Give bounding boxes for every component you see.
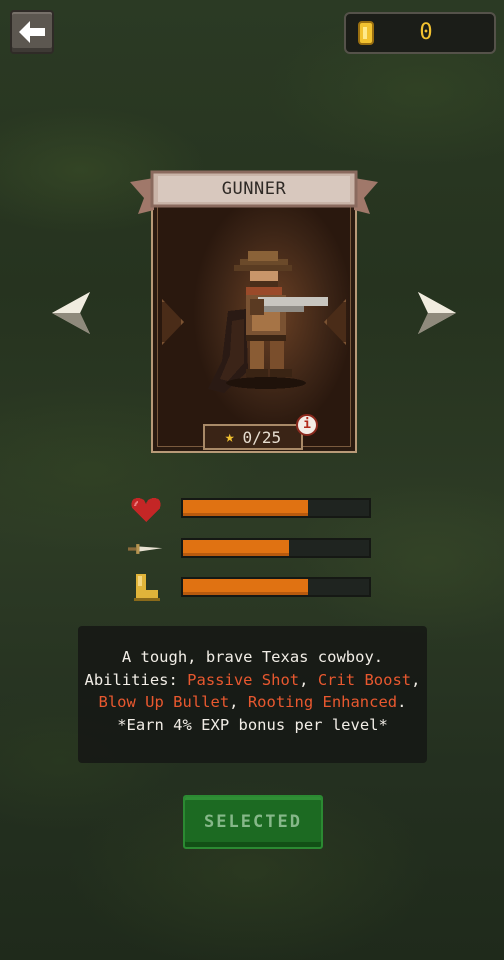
- abilities-line-2: Blow Up Bullet, Rooting Enhanced.: [78, 691, 427, 714]
- left-arrow-icon[interactable]: [50, 288, 98, 338]
- ability-passive-shot: Passive Shot: [187, 670, 300, 689]
- speed-stat-bar: [181, 577, 371, 597]
- attack-stat-bar: [181, 538, 371, 558]
- info-icon[interactable]: i: [296, 414, 318, 436]
- health-stat-bar: [181, 498, 371, 518]
- ability-separator: ,: [229, 693, 248, 711]
- abilities-label: Abilities:: [84, 670, 188, 689]
- ability-end: .: [397, 693, 407, 711]
- character-card: [151, 196, 357, 453]
- right-arrow-icon[interactable]: [410, 288, 458, 338]
- ability-crit-boost: Crit Boost: [317, 670, 412, 689]
- coin-counter: 0: [344, 12, 496, 54]
- boot-icon: [134, 574, 160, 601]
- character-stars: ★ 0/25: [203, 424, 303, 450]
- star-icon: ★: [224, 427, 235, 446]
- exp-bonus-text: *Earn 4% EXP bonus per level*: [117, 715, 388, 734]
- ability-rooting-enhanced: Rooting Enhanced: [247, 693, 398, 711]
- gold-coin-icon: [358, 21, 374, 45]
- character-name: GUNNER: [221, 179, 287, 199]
- dagger-icon: [128, 544, 163, 554]
- heart-icon: [131, 498, 161, 522]
- card-ornament-left: [162, 299, 184, 345]
- character-description: A tough, brave Texas cowboy. Abilities: …: [78, 626, 427, 763]
- back-arrow-icon: [17, 19, 47, 45]
- coin-count: 0: [419, 20, 433, 45]
- character-name-banner: GUNNER: [128, 170, 380, 216]
- selected-button[interactable]: SELECTED: [183, 795, 323, 849]
- abilities-line: Abilities: Passive Shot, Crit Boost,: [78, 669, 427, 692]
- stars-progress: 0/25: [242, 427, 282, 447]
- ability-separator: ,: [299, 670, 318, 689]
- back-button[interactable]: [10, 10, 54, 54]
- health-stat-fill: [183, 500, 308, 516]
- ability-separator: ,: [411, 670, 421, 689]
- gunner-portrait: [208, 251, 328, 393]
- speed-stat-fill: [183, 579, 308, 595]
- ability-blow-up-bullet: Blow Up Bullet: [98, 693, 230, 711]
- card-portrait-frame: [157, 202, 351, 447]
- description-line: A tough, brave Texas cowboy.: [121, 648, 384, 666]
- attack-stat-fill: [183, 540, 290, 556]
